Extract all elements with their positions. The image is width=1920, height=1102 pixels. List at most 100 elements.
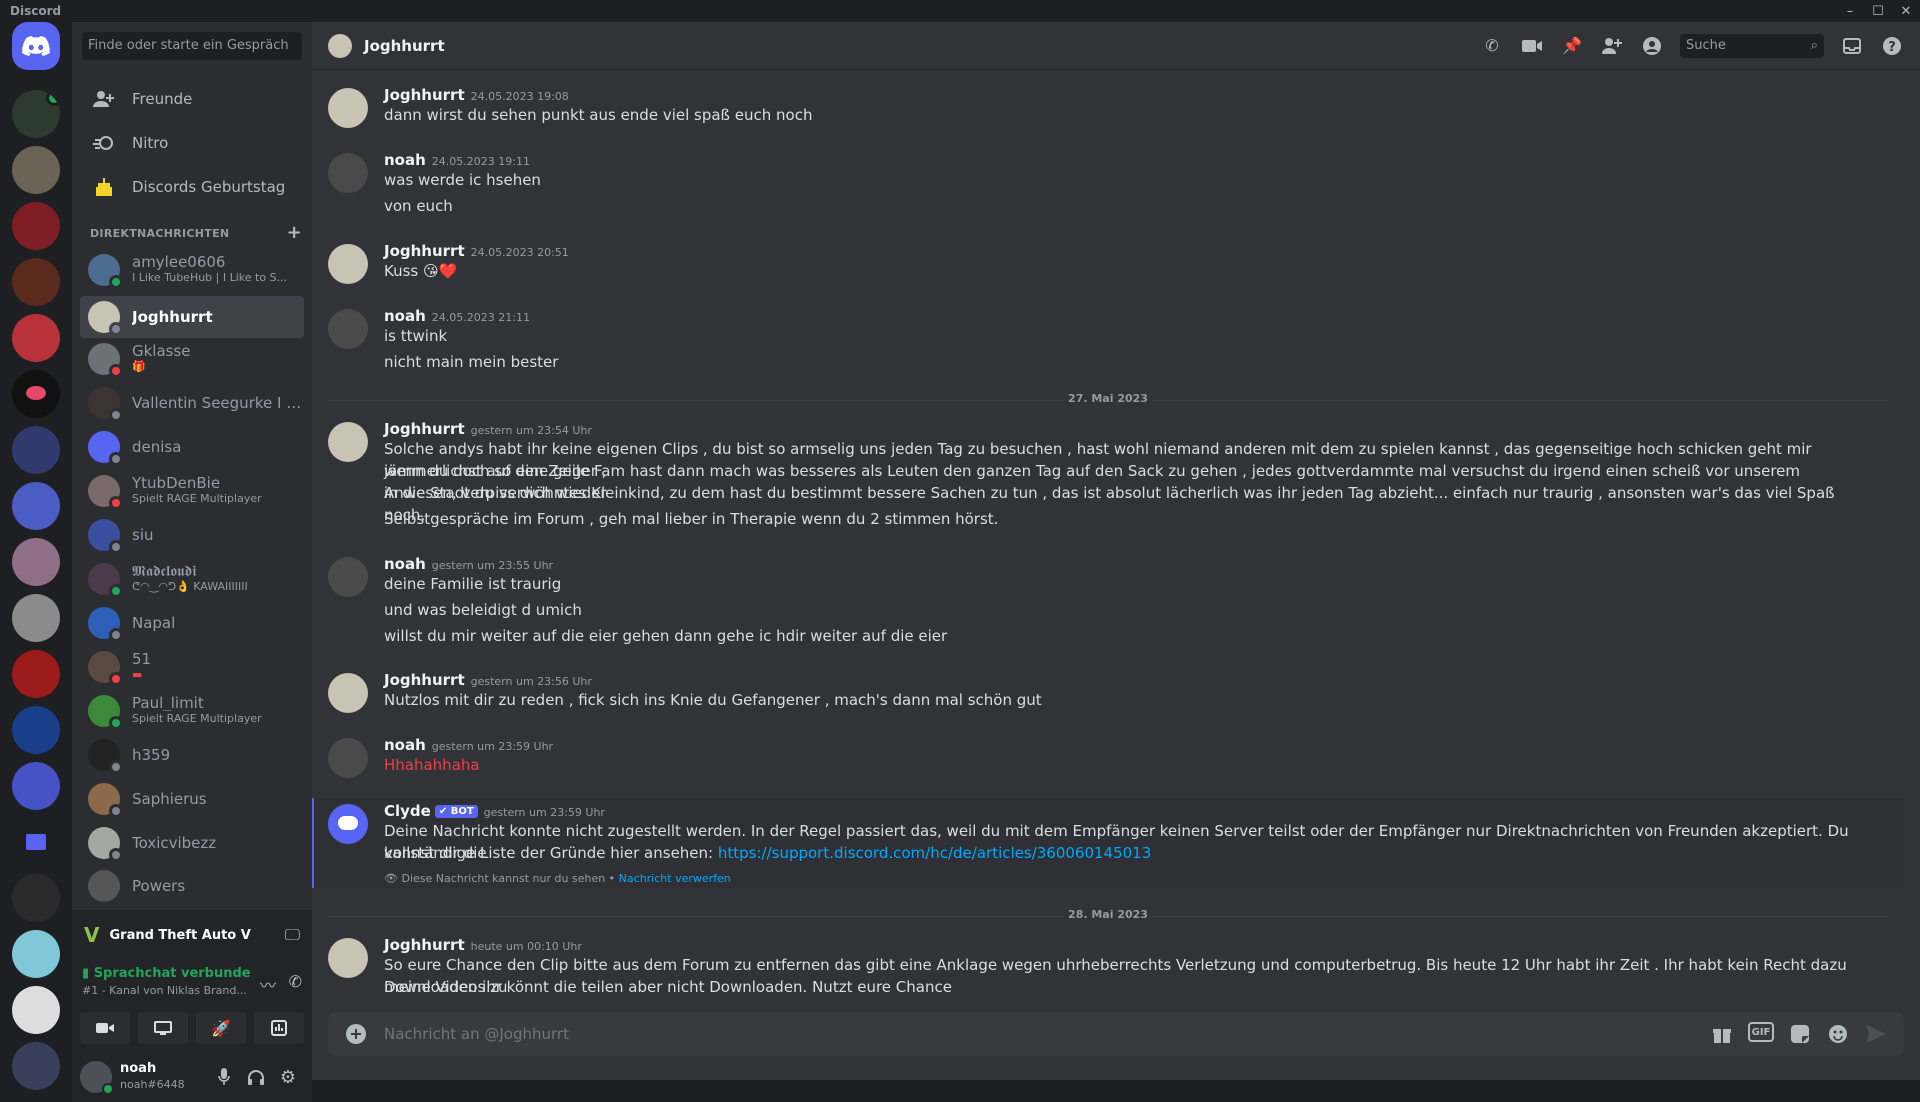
server-icon[interactable] (12, 706, 60, 754)
dm-item[interactable]: 51 ▬ (80, 646, 304, 688)
message-author[interactable]: noah (384, 555, 426, 573)
avatar[interactable] (328, 153, 368, 193)
message-author[interactable]: noah (384, 151, 426, 169)
server-icon[interactable] (12, 650, 60, 698)
avatar[interactable] (328, 309, 368, 349)
create-dm-icon[interactable]: + (287, 224, 302, 242)
message-author[interactable]: Clyde (384, 802, 431, 820)
user-profile-icon[interactable] (1640, 34, 1664, 58)
clyde-avatar[interactable] (328, 804, 368, 844)
avatar[interactable] (328, 88, 368, 128)
message-input[interactable] (384, 1025, 1710, 1043)
server-icon[interactable] (12, 874, 60, 922)
dm-item[interactable]: h359 (80, 734, 304, 776)
inbox-icon[interactable] (1840, 34, 1864, 58)
settings-gear-icon[interactable]: ⚙ (272, 1061, 304, 1093)
noise-suppression-icon[interactable]: 〰 (260, 972, 276, 996)
server-icon[interactable] (12, 1042, 60, 1090)
message-author[interactable]: Joghhurrt (384, 86, 465, 104)
close-icon[interactable]: ✕ (1892, 0, 1920, 22)
user-avatar[interactable] (80, 1061, 114, 1095)
dm-item[interactable]: Vallentin Seegurke I 11... (80, 382, 304, 424)
dm-status-text: ▬ (132, 668, 143, 681)
server-icon[interactable] (12, 314, 60, 362)
server-icon[interactable] (12, 370, 60, 418)
home-button[interactable] (12, 22, 60, 70)
help-icon[interactable]: ? (1880, 34, 1904, 58)
dm-item[interactable]: denisa (80, 426, 304, 468)
server-icon[interactable] (12, 762, 60, 810)
search-placeholder: Suche (1686, 37, 1726, 53)
microphone-icon[interactable] (208, 1061, 240, 1093)
support-link[interactable]: https://support.discord.com/hc/de/articl… (718, 844, 1151, 862)
avatar[interactable] (328, 673, 368, 713)
avatar[interactable] (328, 938, 368, 978)
server-icon[interactable] (12, 258, 60, 306)
pin-icon[interactable]: 📌 (1560, 34, 1584, 58)
avatar (88, 607, 123, 642)
server-icon[interactable] (12, 202, 60, 250)
message-author[interactable]: Joghhurrt (384, 420, 465, 438)
voice-call-icon[interactable]: ✆ (1480, 34, 1504, 58)
message-timestamp: 24.05.2023 19:11 (431, 155, 530, 168)
maximize-icon[interactable]: ☐ (1864, 0, 1892, 22)
message-author[interactable]: Joghhurrt (384, 936, 465, 954)
disconnect-icon[interactable]: ✆ (289, 972, 302, 991)
dm-item[interactable]: siu (80, 514, 304, 556)
server-icon[interactable] (12, 930, 60, 978)
dm-item[interactable]: Joghhurrt (80, 296, 304, 338)
server-icon[interactable] (12, 538, 60, 586)
attach-plus-icon[interactable] (328, 1023, 384, 1045)
nav-friends[interactable]: Freunde (80, 78, 304, 120)
server-icon[interactable] (12, 986, 60, 1034)
dm-item[interactable]: 𝕸𝖆𝖉𝖈𝖑𝖔𝖚𝖉𝖎 ᕦ◠‿◠ᕤ👌 KAWAIIIIIII (80, 558, 304, 600)
avatar[interactable] (328, 738, 368, 778)
message-timestamp: gestern um 23:56 Uhr (470, 675, 592, 688)
search-input[interactable]: Suche ⌕ (1680, 33, 1824, 58)
message-text: vollständige Liste der Gründe hier anseh… (384, 842, 1864, 864)
message-list: Joghhurrt 24.05.2023 19:08 dann wirst du … (312, 70, 1920, 1010)
stream-game-icon[interactable]: 🖵 (285, 925, 300, 945)
activity-button[interactable]: 🚀 (196, 1012, 246, 1044)
screen-share-button[interactable] (138, 1012, 188, 1044)
dm-item[interactable]: Paul_limit Spielt RAGE Multiplayer (80, 690, 304, 732)
gif-button[interactable]: GIF (1748, 1022, 1774, 1042)
dm-item[interactable]: Toxicvibezz (80, 822, 304, 864)
avatar[interactable] (328, 422, 368, 462)
headphones-icon[interactable] (240, 1061, 272, 1093)
dm-item[interactable]: Gklasse 🎁 (80, 338, 304, 380)
dm-item[interactable]: amylee0606 I Like TubeHub | I Like to S..… (80, 249, 304, 291)
camera-button[interactable] (80, 1012, 130, 1044)
server-icon[interactable] (12, 146, 60, 194)
send-icon[interactable] (1864, 1022, 1888, 1046)
avatar[interactable] (328, 244, 368, 284)
folder-icon[interactable] (12, 818, 60, 866)
soundboard-button[interactable] (254, 1012, 304, 1044)
dm-item[interactable]: Napal (80, 602, 304, 644)
message-author[interactable]: noah (384, 736, 426, 754)
dm-item[interactable]: YtubDenBie Spielt RAGE Multiplayer (80, 470, 304, 512)
message-author[interactable]: noah (384, 307, 426, 325)
nav-birthday[interactable]: Discords Geburtstag (80, 166, 304, 208)
server-icon[interactable] (12, 426, 60, 474)
voice-channel-name[interactable]: #1 - Kanal von Niklas Brand... (82, 984, 247, 997)
minimize-icon[interactable]: – (1836, 0, 1864, 22)
dm-name: amylee0606 (132, 254, 226, 270)
dm-item[interactable]: Powers (80, 866, 304, 906)
message-author[interactable]: Joghhurrt (384, 242, 465, 260)
avatar[interactable] (328, 557, 368, 597)
add-friend-icon[interactable] (1600, 34, 1624, 58)
channel-title: Joghhurrt (364, 36, 445, 55)
server-icon[interactable] (12, 482, 60, 530)
dm-search-input[interactable]: Finde oder starte ein Gespräch (82, 32, 302, 60)
server-icon[interactable] (12, 90, 60, 138)
dismiss-message-link[interactable]: Nachricht verwerfen (619, 872, 731, 885)
dm-item[interactable]: Saphierus (80, 778, 304, 820)
gift-icon[interactable] (1710, 1022, 1734, 1046)
nav-nitro[interactable]: Nitro (80, 122, 304, 164)
emoji-icon[interactable] (1826, 1022, 1850, 1046)
message-author[interactable]: Joghhurrt (384, 671, 465, 689)
video-call-icon[interactable] (1520, 34, 1544, 58)
server-icon[interactable] (12, 594, 60, 642)
sticker-icon[interactable] (1788, 1022, 1812, 1046)
